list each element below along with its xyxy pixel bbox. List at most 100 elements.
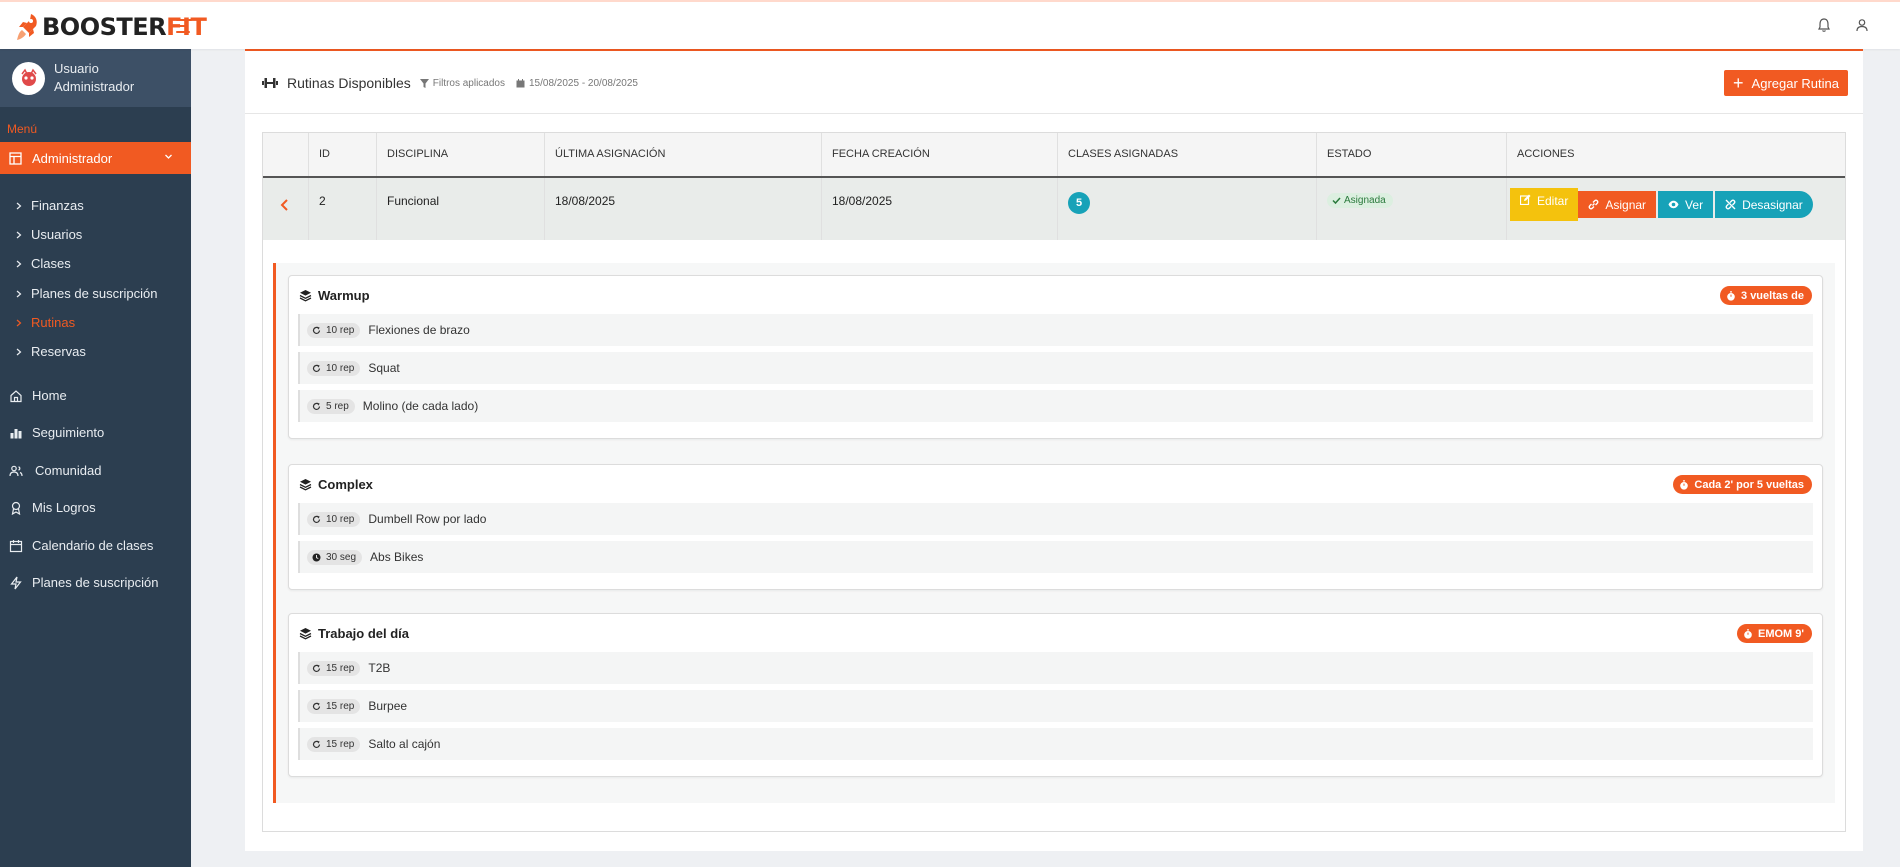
layers-icon	[299, 290, 312, 302]
sidebar-item-comunidad[interactable]: Comunidad	[9, 463, 102, 478]
column-header-id[interactable]: ID	[308, 133, 376, 176]
sidebar-item-rutinas[interactable]: Rutinas	[16, 315, 75, 330]
assign-button[interactable]: Asignar	[1578, 191, 1657, 218]
bolt-icon	[10, 576, 22, 589]
exercise-name: Dumbell Row por lado	[368, 512, 487, 526]
repeat-icon	[312, 364, 321, 372]
block-warmup: Warmup 3 vueltas de 10 rep Flexiones de …	[288, 275, 1823, 439]
filters-indicator[interactable]: Filtros aplicados	[419, 78, 505, 89]
list-item: 15 rep T2B	[298, 652, 1813, 684]
dumbbell-icon	[262, 78, 278, 88]
layers-icon	[299, 628, 312, 640]
sidebar-item-label: Administrador	[32, 150, 113, 166]
add-routine-button[interactable]: + Agregar Rutina	[1724, 70, 1848, 96]
routines-card: Rutinas Disponibles Filtros aplicados 15…	[245, 49, 1863, 851]
sidebar-item-clases[interactable]: Clases	[16, 256, 71, 271]
chevron-down-icon	[165, 154, 172, 159]
stopwatch-icon	[1727, 290, 1735, 301]
sidebar-item-calendario[interactable]: Calendario de clases	[9, 538, 153, 553]
block-badge: EMOM 9'	[1736, 624, 1812, 643]
block-badge: 3 vueltas de	[1720, 286, 1812, 305]
sidebar-item-usuarios[interactable]: Usuarios	[16, 227, 82, 242]
list-item: 10 rep Dumbell Row por lado	[298, 503, 1813, 535]
user-icon[interactable]	[1854, 17, 1870, 33]
sidebar-item-administrador[interactable]: Administrador	[0, 142, 191, 174]
menu-title: Menú	[7, 122, 38, 136]
block-complex: Complex Cada 2' por 5 vueltas 10 rep Dum…	[288, 464, 1823, 590]
list-item: 10 rep Flexiones de brazo	[298, 314, 1813, 346]
column-header-clases-asignadas[interactable]: CLASES ASIGNADAS	[1057, 133, 1316, 176]
edit-button[interactable]: Editar	[1510, 188, 1579, 221]
table-row[interactable]: 2 Funcional 18/08/2025 18/08/2025 5 Asig…	[263, 178, 1845, 240]
avatar-image	[20, 68, 37, 86]
calendar-icon	[516, 78, 525, 87]
status-badge: Asignada	[1327, 193, 1393, 208]
column-header-estado[interactable]: ESTADO	[1316, 133, 1506, 176]
column-header-fecha-creacion[interactable]: FECHA CREACIÓN	[821, 133, 1057, 176]
exercise-name: Abs Bikes	[370, 550, 424, 564]
layers-icon	[299, 479, 312, 491]
routine-detail: Warmup 3 vueltas de 10 rep Flexiones de …	[273, 263, 1835, 803]
block-trabajo-del-dia: Trabajo del día EMOM 9' 15 rep T2B 15 re…	[288, 613, 1823, 777]
date-range[interactable]: 15/08/2025 - 20/08/2025	[516, 78, 638, 89]
chevron-right-icon	[16, 202, 22, 209]
reps-pill: 5 rep	[307, 398, 355, 414]
check-icon	[1332, 197, 1341, 205]
chevron-left-icon[interactable]	[278, 198, 292, 212]
repeat-icon	[312, 664, 321, 672]
sidebar-item-mis-logros[interactable]: Mis Logros	[9, 500, 96, 515]
column-header-ultima-asignacion[interactable]: ÚLTIMA ASIGNACIÓN	[544, 133, 821, 176]
clock-icon	[312, 553, 321, 561]
unassign-button[interactable]: Desasignar	[1715, 191, 1813, 218]
menu-toggle-icon[interactable]	[176, 19, 192, 33]
bell-icon[interactable]	[1816, 17, 1832, 33]
layout-icon	[9, 151, 22, 165]
sidebar-item-planes[interactable]: Planes de suscripción	[16, 286, 157, 301]
link-icon	[1588, 199, 1599, 210]
reps-pill: 10 rep	[307, 360, 361, 376]
user-profile[interactable]: Usuario Administrador	[0, 49, 191, 107]
top-bar: BOOSTERFIT	[0, 0, 1900, 49]
sidebar-item-reservas[interactable]: Reservas	[16, 344, 86, 359]
plus-icon: +	[1733, 73, 1744, 93]
sidebar-item-home[interactable]: Home	[9, 388, 67, 403]
user-name: Usuario Administrador	[54, 61, 135, 94]
cell-ultima-asignacion: 18/08/2025	[544, 178, 821, 240]
card-header: Rutinas Disponibles Filtros aplicados 15…	[245, 51, 1863, 114]
sidebar-item-finanzas[interactable]: Finanzas	[16, 198, 84, 213]
reps-pill: 15 rep	[307, 736, 361, 752]
exercise-name: Squat	[368, 361, 400, 375]
repeat-icon	[312, 402, 321, 410]
list-item: 10 rep Squat	[298, 352, 1813, 384]
cell-estado: Asignada	[1316, 178, 1506, 240]
row-toggle-cell[interactable]	[263, 178, 308, 240]
cell-clases-asignadas: 5	[1057, 178, 1316, 240]
home-icon	[10, 389, 22, 402]
column-header-disciplina[interactable]: DISCIPLINA	[376, 133, 544, 176]
view-button[interactable]: Ver	[1658, 191, 1714, 218]
rocket-icon	[17, 14, 37, 40]
chevron-right-icon	[16, 348, 22, 355]
unlink-icon	[1725, 199, 1736, 210]
repeat-icon	[312, 702, 321, 710]
classes-count-badge: 5	[1068, 192, 1090, 214]
exercise-name: Flexiones de brazo	[368, 323, 470, 337]
sidebar-item-seguimiento[interactable]: Seguimiento	[9, 425, 104, 440]
column-header-toggle	[263, 133, 308, 176]
row-actions: Editar Asignar Ver Desasignar	[1510, 188, 1813, 221]
list-item: 15 rep Salto al cajón	[298, 728, 1813, 760]
cell-disciplina: Funcional	[376, 178, 544, 240]
column-header-acciones: ACCIONES	[1506, 133, 1846, 176]
sidebar-item-planes-suscripcion[interactable]: Planes de suscripción	[9, 575, 158, 590]
reps-pill: 15 rep	[307, 698, 361, 714]
chevron-right-icon	[16, 260, 22, 267]
page-title: Rutinas Disponibles	[287, 75, 411, 91]
exercise-name: T2B	[368, 661, 391, 675]
chevron-right-icon	[16, 231, 22, 238]
repeat-icon	[312, 515, 321, 523]
stopwatch-icon	[1744, 628, 1752, 639]
sidebar: Usuario Administrador Menú Administrador…	[0, 49, 191, 867]
reps-pill: 10 rep	[307, 511, 361, 527]
time-pill: 30 seg	[307, 549, 363, 565]
award-icon	[11, 501, 21, 515]
